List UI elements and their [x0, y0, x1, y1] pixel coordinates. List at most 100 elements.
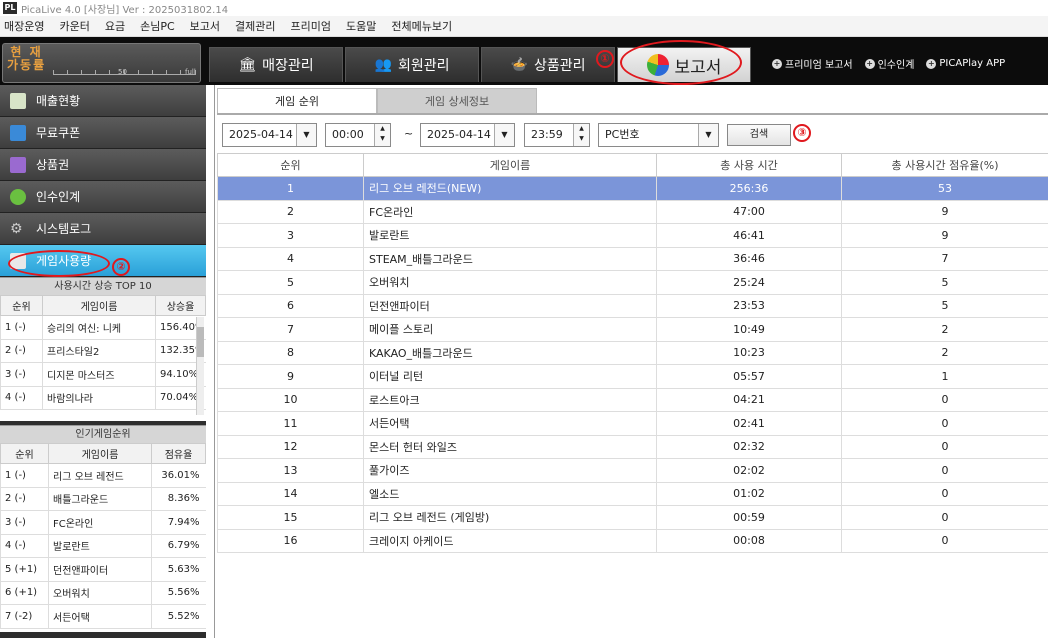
chevron-down-icon[interactable]: ▼ — [698, 124, 718, 146]
store-icon: 🏛 — [238, 57, 257, 73]
range-separator: ~ — [404, 127, 414, 140]
table-row[interactable]: 2 (-) 배틀그라운드 8.36% — [0, 487, 206, 511]
menu-item-counter[interactable]: 카운터 — [59, 18, 89, 34]
gauge-mark-50: 50 — [118, 68, 127, 76]
table-row[interactable]: 3 (-) 디지몬 마스터즈 94.10% — [0, 362, 206, 387]
table-row[interactable]: 12 몬스터 헌터 와일즈 02:32 0 — [217, 434, 1048, 459]
spinner-arrows-icon[interactable]: ▲ ▼ — [374, 124, 390, 146]
coupon-icon — [10, 124, 26, 141]
rising-top10-title: 사용시간 상승 TOP 10 — [0, 277, 206, 295]
popular-header-game: 게임이름 — [48, 443, 152, 464]
annotation-circle-game-usage — [8, 250, 110, 277]
table-row[interactable]: 14 엘소드 01:02 0 — [217, 481, 1048, 506]
handover-link[interactable]: + 인수인계 — [864, 56, 914, 71]
table-row[interactable]: 9 이터널 리턴 05:57 1 — [217, 364, 1048, 389]
end-date-picker[interactable]: 2025-04-14 ▼ — [420, 123, 515, 147]
chevron-down-icon[interactable]: ▼ — [296, 124, 316, 146]
spinner-arrows-icon[interactable]: ▲ ▼ — [573, 124, 589, 146]
table-row[interactable]: 6 (+1) 오버워치 5.56% — [0, 581, 206, 605]
tab-game-detail[interactable]: 게임 상세정보 — [377, 88, 537, 113]
gauge-label: 현 재 가동률 — [7, 45, 47, 72]
menu-item-help[interactable]: 도움말 — [346, 18, 376, 34]
title-bar: PL PicaLive 4.0 [사장님] Ver : 2025031802.1… — [0, 0, 1048, 16]
rising-header-game: 게임이름 — [42, 295, 156, 316]
sub-tabs: 게임 순위 게임 상세정보 — [217, 88, 537, 113]
table-row[interactable]: 1 (-) 리그 오브 레전드 36.01% — [0, 463, 206, 488]
picaplay-app-link[interactable]: + PICAPlay APP — [926, 56, 1005, 71]
popular-games-title: 인기게임순위 — [0, 425, 206, 443]
sidebar-item-system-log[interactable]: ⚙ 시스템로그 — [0, 213, 206, 245]
table-row[interactable]: 5 오버워치 25:24 5 — [217, 270, 1048, 295]
table-row[interactable]: 7 (-2) 서든어택 5.52% — [0, 604, 206, 629]
start-date-picker[interactable]: 2025-04-14 ▼ — [222, 123, 317, 147]
plus-icon: + — [926, 58, 937, 69]
end-time-spinner[interactable]: 23:59 ▲ ▼ — [524, 123, 590, 147]
tab-product-management[interactable]: 🍲 상품관리 — [481, 47, 615, 82]
popular-header-share: 점유율 — [151, 443, 206, 464]
filter-select[interactable]: PC번호 ▼ — [598, 123, 719, 147]
table-row[interactable]: 1 (-) 승리의 여신: 니케 156.40% — [0, 315, 206, 340]
table-row[interactable]: 2 (-) 프리스타일2 132.35% — [0, 339, 206, 363]
table-row-selected[interactable]: 1 리그 오브 레전드(NEW) 256:36 53 — [217, 176, 1048, 201]
members-icon: 👥 — [374, 57, 392, 73]
chevron-down-icon[interactable]: ▼ — [494, 124, 514, 146]
menu-item-report[interactable]: 보고서 — [190, 18, 220, 34]
sales-chart-icon — [10, 92, 26, 109]
search-button[interactable]: 검색 — [727, 124, 791, 146]
premium-report-link[interactable]: + 프리미엄 보고서 — [772, 56, 853, 71]
tab-store-management[interactable]: 🏛 매장관리 — [209, 47, 343, 82]
table-row[interactable]: 2 FC온라인 47:00 9 — [217, 199, 1048, 224]
annotation-circle-report-tab — [620, 40, 742, 85]
column-header-rank[interactable]: 순위 — [217, 153, 364, 177]
tab-game-ranking[interactable]: 게임 순위 — [217, 88, 377, 113]
product-icon: 🍲 — [510, 57, 528, 73]
menu-item-store[interactable]: 매장운영 — [4, 18, 44, 34]
main-content: 게임 순위 게임 상세정보 2025-04-14 ▼ 00:00 ▲ ▼ ~ 20… — [214, 85, 1048, 638]
menu-item-pricing[interactable]: 요금 — [105, 18, 125, 34]
column-header-total-time[interactable]: 총 사용 시간 — [656, 153, 842, 177]
table-row[interactable]: 8 KAKAO_배틀그라운드 10:23 2 — [217, 340, 1048, 365]
game-ranking-table: 순위 게임이름 총 사용 시간 총 사용시간 점유율(%) 1 리그 오브 레전드… — [217, 153, 1048, 553]
sidebar-item-gift-card[interactable]: 상품권 — [0, 149, 206, 181]
menu-bar: 매장운영 카운터 요금 손님PC 보고서 결제관리 프리미엄 도움말 전체메뉴보… — [0, 16, 1048, 37]
table-row[interactable]: 3 (-) FC온라인 7.94% — [0, 510, 206, 535]
menu-item-premium[interactable]: 프리미엄 — [291, 18, 331, 34]
table-row[interactable]: 7 메이플 스토리 10:49 2 — [217, 317, 1048, 342]
app-logo: PL — [3, 2, 17, 14]
popular-games-panel: 인기게임순위 순위 게임이름 점유율 1 (-) 리그 오브 레전드 36.01% … — [0, 425, 206, 632]
start-time-spinner[interactable]: 00:00 ▲ ▼ — [325, 123, 391, 147]
table-row[interactable]: 15 리그 오브 레전드 (게임방) 00:59 0 — [217, 505, 1048, 530]
table-row[interactable]: 4 STEAM_배틀그라운드 36:46 7 — [217, 246, 1048, 271]
rising-scrollbar[interactable] — [196, 317, 204, 415]
menu-item-all-menu[interactable]: 전체메뉴보기 — [391, 18, 452, 34]
table-row[interactable]: 16 크레이지 아케이드 00:08 0 — [217, 528, 1048, 553]
sidebar-item-free-coupon[interactable]: 무료쿠폰 — [0, 117, 206, 149]
top-links: + 프리미엄 보고서 + 인수인계 + PICAPlay APP — [772, 56, 1005, 71]
menu-item-guest-pc[interactable]: 손님PC — [140, 18, 175, 34]
clock-icon — [10, 188, 26, 205]
table-row[interactable]: 13 풀가이즈 02:02 0 — [217, 458, 1048, 483]
rising-table: 순위 게임이름 상승율 1 (-) 승리의 여신: 니케 156.40% 2 (-)… — [0, 295, 206, 410]
table-row[interactable]: 5 (+1) 던전앤파이터 5.63% — [0, 557, 206, 582]
column-header-game[interactable]: 게임이름 — [363, 153, 657, 177]
annotation-marker-3: ③ — [793, 124, 811, 142]
sidebar-item-sales[interactable]: 매출현황 — [0, 85, 206, 117]
sidebar-item-handover[interactable]: 인수인계 — [0, 181, 206, 213]
table-row[interactable]: 4 (-) 발로란트 6.79% — [0, 534, 206, 558]
table-row[interactable]: 4 (-) 바람의나라 70.04% — [0, 386, 206, 410]
column-header-share[interactable]: 총 사용시간 점유율(%) — [841, 153, 1048, 177]
sidebar: 매출현황 무료쿠폰 상품권 인수인계 ⚙ 시스템로그 게임사용량 사용시간 상승 … — [0, 85, 206, 638]
gauge-mark-full: full — [185, 68, 196, 76]
plus-icon: + — [772, 58, 782, 69]
gear-icon: ⚙ — [10, 220, 23, 237]
popular-table: 순위 게임이름 점유율 1 (-) 리그 오브 레전드 36.01% 2 (-) 배틀… — [0, 443, 206, 629]
table-row[interactable]: 3 발로란트 46:41 9 — [217, 223, 1048, 248]
menu-item-payment[interactable]: 결제관리 — [235, 18, 275, 34]
rising-header-rank: 순위 — [0, 295, 43, 316]
table-row[interactable]: 6 던전앤파이터 23:53 5 — [217, 293, 1048, 318]
rising-header-rate: 상승율 — [155, 295, 206, 316]
table-row[interactable]: 10 로스트아크 04:21 0 — [217, 387, 1048, 412]
table-row[interactable]: 11 서든어택 02:41 0 — [217, 411, 1048, 436]
tab-member-management[interactable]: 👥 회원관리 — [345, 47, 479, 82]
rising-top10-panel: 사용시간 상승 TOP 10 순위 게임이름 상승율 1 (-) 승리의 여신: … — [0, 277, 206, 421]
